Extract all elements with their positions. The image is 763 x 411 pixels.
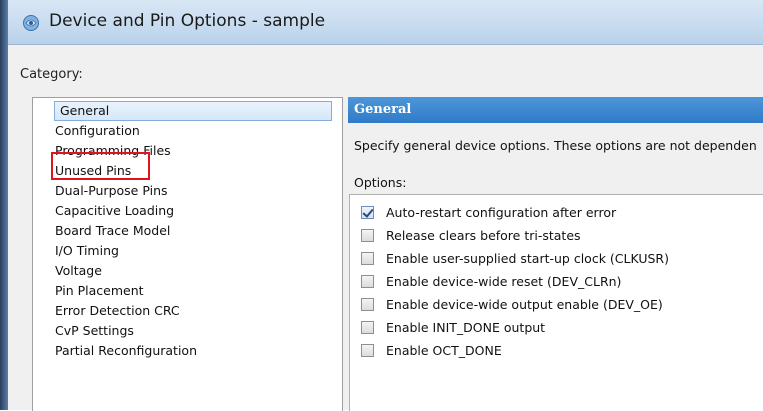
unused-pins-highlight — [51, 152, 150, 180]
checkbox-init-done[interactable] — [361, 320, 374, 334]
checkbox-oct-done[interactable] — [361, 343, 374, 357]
checkbox-clkusr[interactable] — [361, 251, 374, 265]
option-label: Enable device-wide output enable (DEV_OE… — [386, 296, 663, 312]
option-label: Release clears before tri-states — [386, 227, 581, 243]
category-item-partial-reconfiguration[interactable]: Partial Reconfiguration — [55, 341, 197, 361]
option-release-clears[interactable]: Release clears before tri-states — [361, 225, 581, 245]
category-item-pin-placement[interactable]: Pin Placement — [55, 281, 144, 301]
checkbox-dev-clrn[interactable] — [361, 274, 374, 288]
checkbox-release-clears[interactable] — [361, 228, 374, 242]
window-left-edge — [0, 0, 8, 410]
options-list: Auto-restart configuration after error R… — [349, 194, 763, 411]
settings-panel: General Specify general device options. … — [342, 97, 763, 411]
option-label: Enable INIT_DONE output — [386, 319, 546, 335]
panel-description: Specify general device options. These op… — [354, 138, 757, 153]
category-item-voltage[interactable]: Voltage — [55, 261, 102, 281]
category-item-dual-purpose-pins[interactable]: Dual-Purpose Pins — [55, 181, 168, 201]
option-oct-done[interactable]: Enable OCT_DONE — [361, 340, 502, 360]
category-item-capacitive-loading[interactable]: Capacitive Loading — [55, 201, 174, 221]
category-item-io-timing[interactable]: I/O Timing — [55, 241, 119, 261]
window-title: Device and Pin Options - sample — [49, 11, 326, 31]
category-item-cvp-settings[interactable]: CvP Settings — [55, 321, 134, 341]
option-clkusr[interactable]: Enable user-supplied start-up clock (CLK… — [361, 248, 669, 268]
category-item-board-trace-model[interactable]: Board Trace Model — [55, 221, 170, 241]
option-label: Enable user-supplied start-up clock (CLK… — [386, 250, 669, 266]
category-item-configuration[interactable]: Configuration — [55, 121, 140, 141]
option-init-done[interactable]: Enable INIT_DONE output — [361, 317, 545, 337]
options-label: Options: — [354, 175, 407, 190]
option-dev-oe[interactable]: Enable device-wide output enable (DEV_OE… — [361, 294, 663, 314]
checkbox-auto-restart[interactable] — [361, 205, 374, 219]
title-bar[interactable]: Device and Pin Options - sample — [8, 0, 763, 45]
quartus-app-icon — [22, 14, 40, 32]
category-item-general[interactable]: General — [54, 101, 332, 121]
checkbox-dev-oe[interactable] — [361, 297, 374, 311]
option-label: Enable OCT_DONE — [386, 342, 502, 358]
category-label: Category: — [20, 67, 83, 82]
option-label: Enable device-wide reset (DEV_CLRn) — [386, 273, 622, 289]
category-item-error-detection-crc[interactable]: Error Detection CRC — [55, 301, 180, 321]
panel-header: General — [348, 97, 763, 123]
option-auto-restart[interactable]: Auto-restart configuration after error — [361, 202, 616, 222]
option-dev-clrn[interactable]: Enable device-wide reset (DEV_CLRn) — [361, 271, 621, 291]
category-tree[interactable]: General Configuration Programming Files … — [32, 97, 343, 411]
option-label: Auto-restart configuration after error — [386, 204, 617, 220]
dialog-body: Category: General Configuration Programm… — [8, 45, 763, 411]
